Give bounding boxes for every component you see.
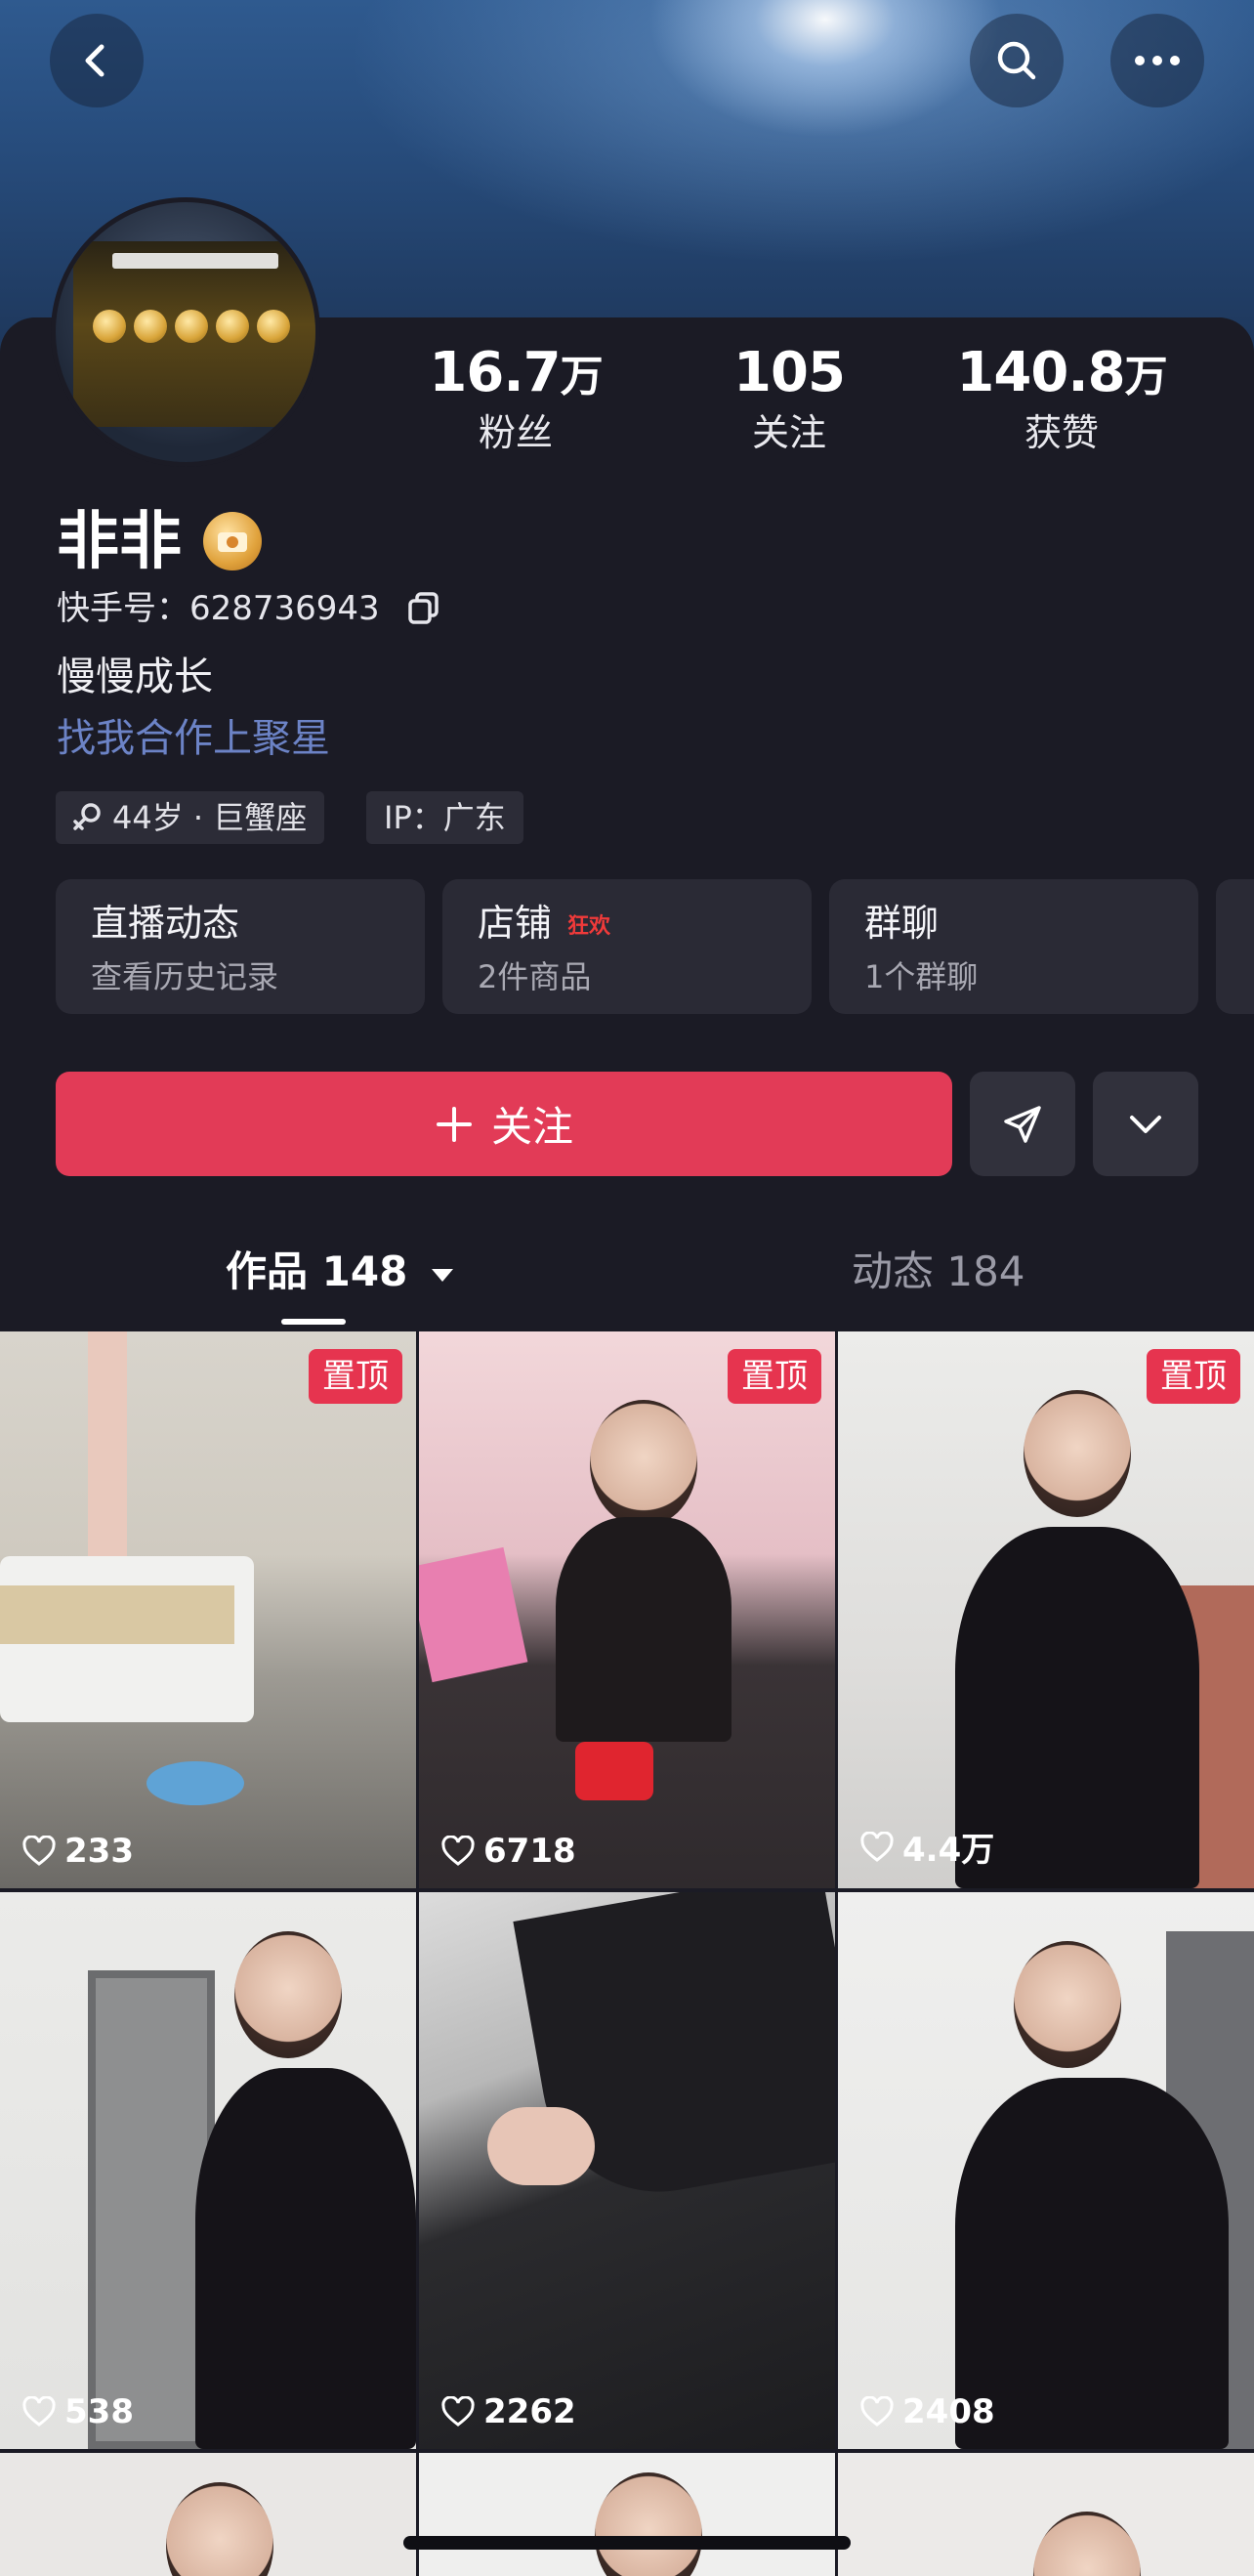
expand-button[interactable] (1093, 1072, 1198, 1176)
heart-icon (860, 2396, 894, 2427)
heart-icon (22, 2396, 56, 2427)
back-icon (85, 44, 104, 77)
like-count: 2408 (859, 2392, 995, 2431)
video-tile[interactable]: 置顶 6718 (419, 1331, 835, 1888)
chevron-down-icon (1130, 1115, 1161, 1133)
video-tile[interactable] (838, 2453, 1254, 2576)
search-icon (997, 41, 1036, 80)
stat-likes[interactable]: 140.8万 获赞 (954, 342, 1169, 457)
more-button[interactable] (1110, 14, 1204, 107)
send-icon (1004, 1105, 1041, 1143)
heart-icon (22, 1836, 56, 1866)
more-icon (1135, 56, 1180, 65)
like-count: 2262 (440, 2392, 576, 2431)
video-tile[interactable]: 置顶 233 (0, 1331, 416, 1888)
stat-label: 粉丝 (478, 411, 553, 454)
avatar[interactable] (51, 197, 320, 467)
copy-icon (408, 592, 439, 624)
heart-icon (441, 2396, 475, 2427)
stat-following[interactable]: 105 关注 (682, 342, 897, 457)
female-icon (73, 803, 101, 830)
card-title: 群聊 (864, 902, 940, 945)
follow-label: 关注 (490, 1103, 573, 1151)
follow-button[interactable]: 关注 (56, 1072, 952, 1176)
cooperation-link[interactable]: 找我合作上聚星 (57, 711, 330, 766)
like-count: 6718 (440, 1832, 576, 1871)
caret-down-icon (431, 1268, 453, 1282)
video-tile[interactable]: 置顶 4.4万 (838, 1331, 1254, 1888)
card-live-history[interactable]: 直播动态 查看历史记录 (56, 879, 425, 1014)
plus-icon (436, 1106, 472, 1142)
stat-label: 关注 (751, 411, 826, 454)
card-title: 店铺 (478, 902, 553, 945)
tab-works[interactable]: 作品 148 (226, 1241, 457, 1303)
card-more-peek[interactable] (1216, 879, 1254, 1014)
tab-indicator (281, 1319, 346, 1325)
like-count: 233 (21, 1832, 134, 1871)
card-subtitle: 1个群聊 (864, 958, 979, 995)
pinned-badge: 置顶 (1147, 1349, 1240, 1404)
card-subtitle: 查看历史记录 (91, 958, 279, 995)
heart-icon (441, 1836, 475, 1866)
message-button[interactable] (970, 1072, 1075, 1176)
ip-tag: IP：广东 (366, 791, 523, 844)
pinned-badge: 置顶 (728, 1349, 821, 1404)
card-group-chat[interactable]: 群聊 1个群聊 (829, 879, 1198, 1014)
like-count: 538 (21, 2392, 134, 2431)
stat-label: 获赞 (1024, 411, 1099, 454)
video-tile[interactable]: 2408 (838, 1892, 1254, 2449)
back-button[interactable] (50, 14, 144, 107)
copy-id-button[interactable] (406, 590, 441, 629)
heart-icon (860, 1831, 894, 1862)
video-tile[interactable]: 2262 (419, 1892, 835, 2449)
stat-followers[interactable]: 16.7万 粉丝 (408, 342, 623, 457)
profile-id-value: 628736943 (189, 589, 380, 628)
card-subtitle: 2件商品 (478, 958, 592, 995)
shop-hot-badge: 狂欢 (567, 914, 611, 939)
tab-moments[interactable]: 动态 184 (852, 1241, 1025, 1303)
creator-badge-icon (203, 512, 262, 570)
profile-name: 非非 (57, 506, 182, 578)
age-tag: 44岁 · 巨蟹座 (56, 791, 325, 844)
profile-id: 快手号：628736943 (57, 584, 380, 633)
avatar-image (73, 241, 315, 427)
profile-id-label: 快手号： (57, 589, 189, 628)
video-tile[interactable]: 538 (0, 1892, 416, 2449)
search-button[interactable] (970, 14, 1064, 107)
profile-bio: 慢慢成长 (57, 655, 213, 699)
card-title: 直播动态 (91, 902, 240, 945)
home-indicator[interactable] (403, 2536, 851, 2550)
like-count: 4.4万 (859, 1823, 994, 1871)
video-tile[interactable] (419, 2453, 835, 2576)
video-tile[interactable] (0, 2453, 416, 2576)
card-shop[interactable]: 店铺 狂欢 2件商品 (442, 879, 812, 1014)
pinned-badge: 置顶 (309, 1349, 402, 1404)
